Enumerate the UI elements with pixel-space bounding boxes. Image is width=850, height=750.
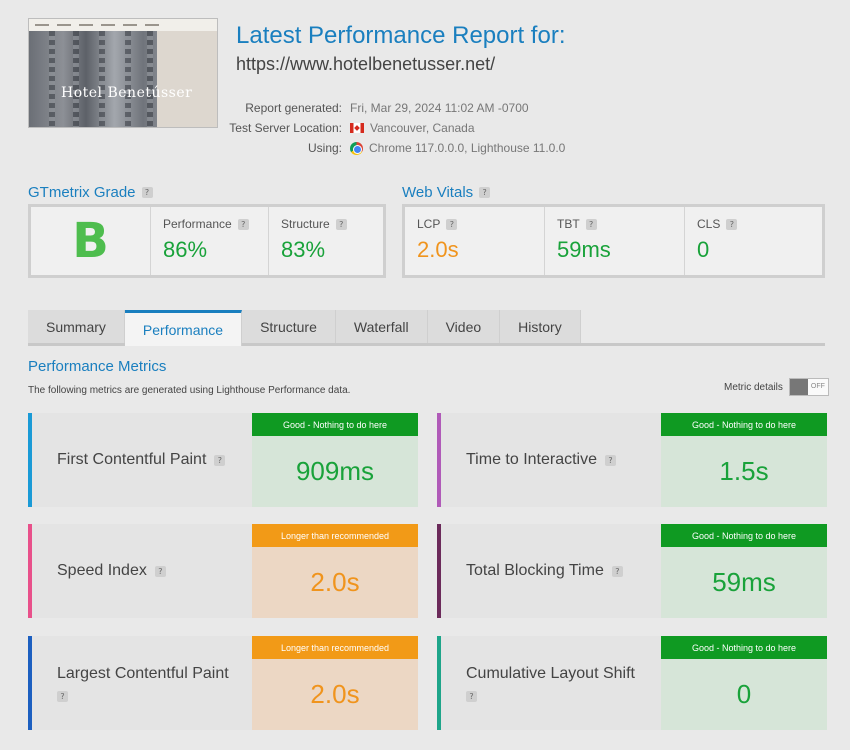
- help-icon[interactable]: ?: [214, 454, 226, 466]
- lcp-cell: LCP? 2.0s: [405, 207, 545, 275]
- web-vitals-heading: Web Vitals ?: [402, 184, 491, 201]
- gtmetrix-grade-title: GTmetrix Grade: [28, 184, 136, 201]
- chrome-icon: [350, 141, 363, 155]
- toggle-knob: [789, 379, 808, 395]
- tab-structure[interactable]: Structure: [242, 310, 336, 343]
- help-icon[interactable]: ?: [154, 565, 166, 577]
- site-thumbnail[interactable]: Hotel Benetússer: [28, 18, 218, 128]
- help-icon[interactable]: ?: [446, 218, 458, 230]
- metric-value: 0: [661, 659, 827, 730]
- help-icon[interactable]: ?: [466, 690, 477, 702]
- metric-card-lcp: Largest Contentful Paint? Longer than re…: [28, 636, 418, 730]
- location-label: Test Server Location:: [229, 121, 342, 135]
- metric-name: Speed Index: [57, 562, 147, 579]
- metric-value: 2.0s: [252, 659, 418, 730]
- using-value: Chrome 117.0.0.0, Lighthouse 11.0.0: [369, 141, 566, 155]
- help-icon[interactable]: ?: [335, 218, 347, 230]
- thumbnail-nav: [29, 19, 217, 31]
- metric-status-badge: Good - Nothing to do here: [252, 413, 418, 436]
- lcp-label: LCP: [417, 217, 441, 231]
- metric-value: 2.0s: [252, 547, 418, 618]
- grade-box: B Performance? 86% Structure? 83%: [28, 204, 386, 278]
- grade-letter: B: [72, 213, 109, 269]
- help-icon[interactable]: ?: [605, 454, 617, 466]
- metric-details-control: Metric details OFF: [724, 378, 829, 396]
- help-icon[interactable]: ?: [237, 218, 249, 230]
- tbt-cell: TBT? 59ms: [545, 207, 685, 275]
- report-tabs: Summary Performance Structure Waterfall …: [28, 310, 825, 346]
- tab-history[interactable]: History: [500, 310, 581, 343]
- cls-label: CLS: [697, 217, 721, 231]
- report-generated-label: Report generated:: [245, 101, 342, 115]
- help-icon[interactable]: ?: [585, 218, 597, 230]
- performance-metrics-description: The following metrics are generated usin…: [28, 385, 351, 396]
- report-generated-value: Fri, Mar 29, 2024 11:02 AM -0700: [350, 101, 529, 115]
- metric-name: Time to Interactive: [466, 451, 598, 468]
- help-icon[interactable]: ?: [611, 565, 623, 577]
- report-title: Latest Performance Report for:: [236, 22, 566, 49]
- report-meta: Report generated: Fri, Mar 29, 2024 11:0…: [210, 98, 565, 158]
- tab-video[interactable]: Video: [427, 310, 501, 343]
- metric-status-badge: Good - Nothing to do here: [661, 524, 827, 547]
- metric-details-label: Metric details: [724, 381, 783, 393]
- help-icon[interactable]: ?: [479, 187, 491, 198]
- web-vitals-title: Web Vitals: [402, 184, 474, 201]
- grade-cell: B: [31, 207, 151, 275]
- gtmetrix-grade-heading: GTmetrix Grade ?: [28, 184, 153, 201]
- help-icon[interactable]: ?: [141, 187, 153, 198]
- help-icon[interactable]: ?: [726, 218, 738, 230]
- performance-metrics-title: Performance Metrics: [28, 358, 167, 375]
- structure-score-label: Structure: [281, 217, 330, 231]
- structure-score-value: 83%: [281, 237, 326, 262]
- metric-name: Cumulative Layout Shift: [466, 664, 635, 682]
- metric-card-fcp: First Contentful Paint? Good - Nothing t…: [28, 413, 418, 507]
- metric-card-speed-index: Speed Index? Longer than recommended 2.0s: [28, 524, 418, 618]
- structure-score-cell: Structure? 83%: [269, 207, 383, 275]
- metric-value: 59ms: [661, 547, 827, 618]
- tbt-value: 59ms: [557, 237, 611, 262]
- tbt-label: TBT: [557, 217, 580, 231]
- metric-card-cls: Cumulative Layout Shift? Good - Nothing …: [437, 636, 827, 730]
- metric-status-badge: Good - Nothing to do here: [661, 636, 827, 659]
- metric-name: Largest Contentful Paint: [57, 664, 229, 682]
- web-vitals-box: LCP? 2.0s TBT? 59ms CLS? 0: [402, 204, 825, 278]
- cls-cell: CLS? 0: [685, 207, 822, 275]
- tab-waterfall[interactable]: Waterfall: [335, 310, 428, 343]
- thumbnail-side-panel: [157, 31, 217, 127]
- tab-performance[interactable]: Performance: [124, 310, 243, 346]
- metric-name: Total Blocking Time: [466, 562, 604, 579]
- using-label: Using:: [307, 141, 342, 155]
- metric-status-badge: Good - Nothing to do here: [661, 413, 827, 436]
- performance-score-value: 86%: [163, 237, 208, 262]
- canada-flag-icon: [350, 123, 364, 133]
- metric-name: First Contentful Paint: [57, 451, 207, 468]
- metric-status-badge: Longer than recommended: [252, 636, 418, 659]
- performance-score-label: Performance: [163, 217, 232, 231]
- metric-status-badge: Longer than recommended: [252, 524, 418, 547]
- metric-card-tbt: Total Blocking Time? Good - Nothing to d…: [437, 524, 827, 618]
- location-value: Vancouver, Canada: [370, 121, 475, 135]
- metric-details-toggle[interactable]: OFF: [788, 378, 829, 396]
- performance-score-cell: Performance? 86%: [151, 207, 269, 275]
- report-url[interactable]: https://www.hotelbenetusser.net/: [236, 54, 495, 75]
- tab-summary[interactable]: Summary: [28, 310, 125, 343]
- help-icon[interactable]: ?: [57, 690, 68, 702]
- toggle-state-label: OFF: [810, 383, 825, 390]
- metric-card-tti: Time to Interactive? Good - Nothing to d…: [437, 413, 827, 507]
- cls-value: 0: [697, 237, 710, 262]
- metric-value: 1.5s: [661, 436, 827, 507]
- lcp-value: 2.0s: [417, 237, 459, 262]
- thumbnail-hotel-name: Hotel Benetússer: [61, 85, 193, 101]
- metric-value: 909ms: [252, 436, 418, 507]
